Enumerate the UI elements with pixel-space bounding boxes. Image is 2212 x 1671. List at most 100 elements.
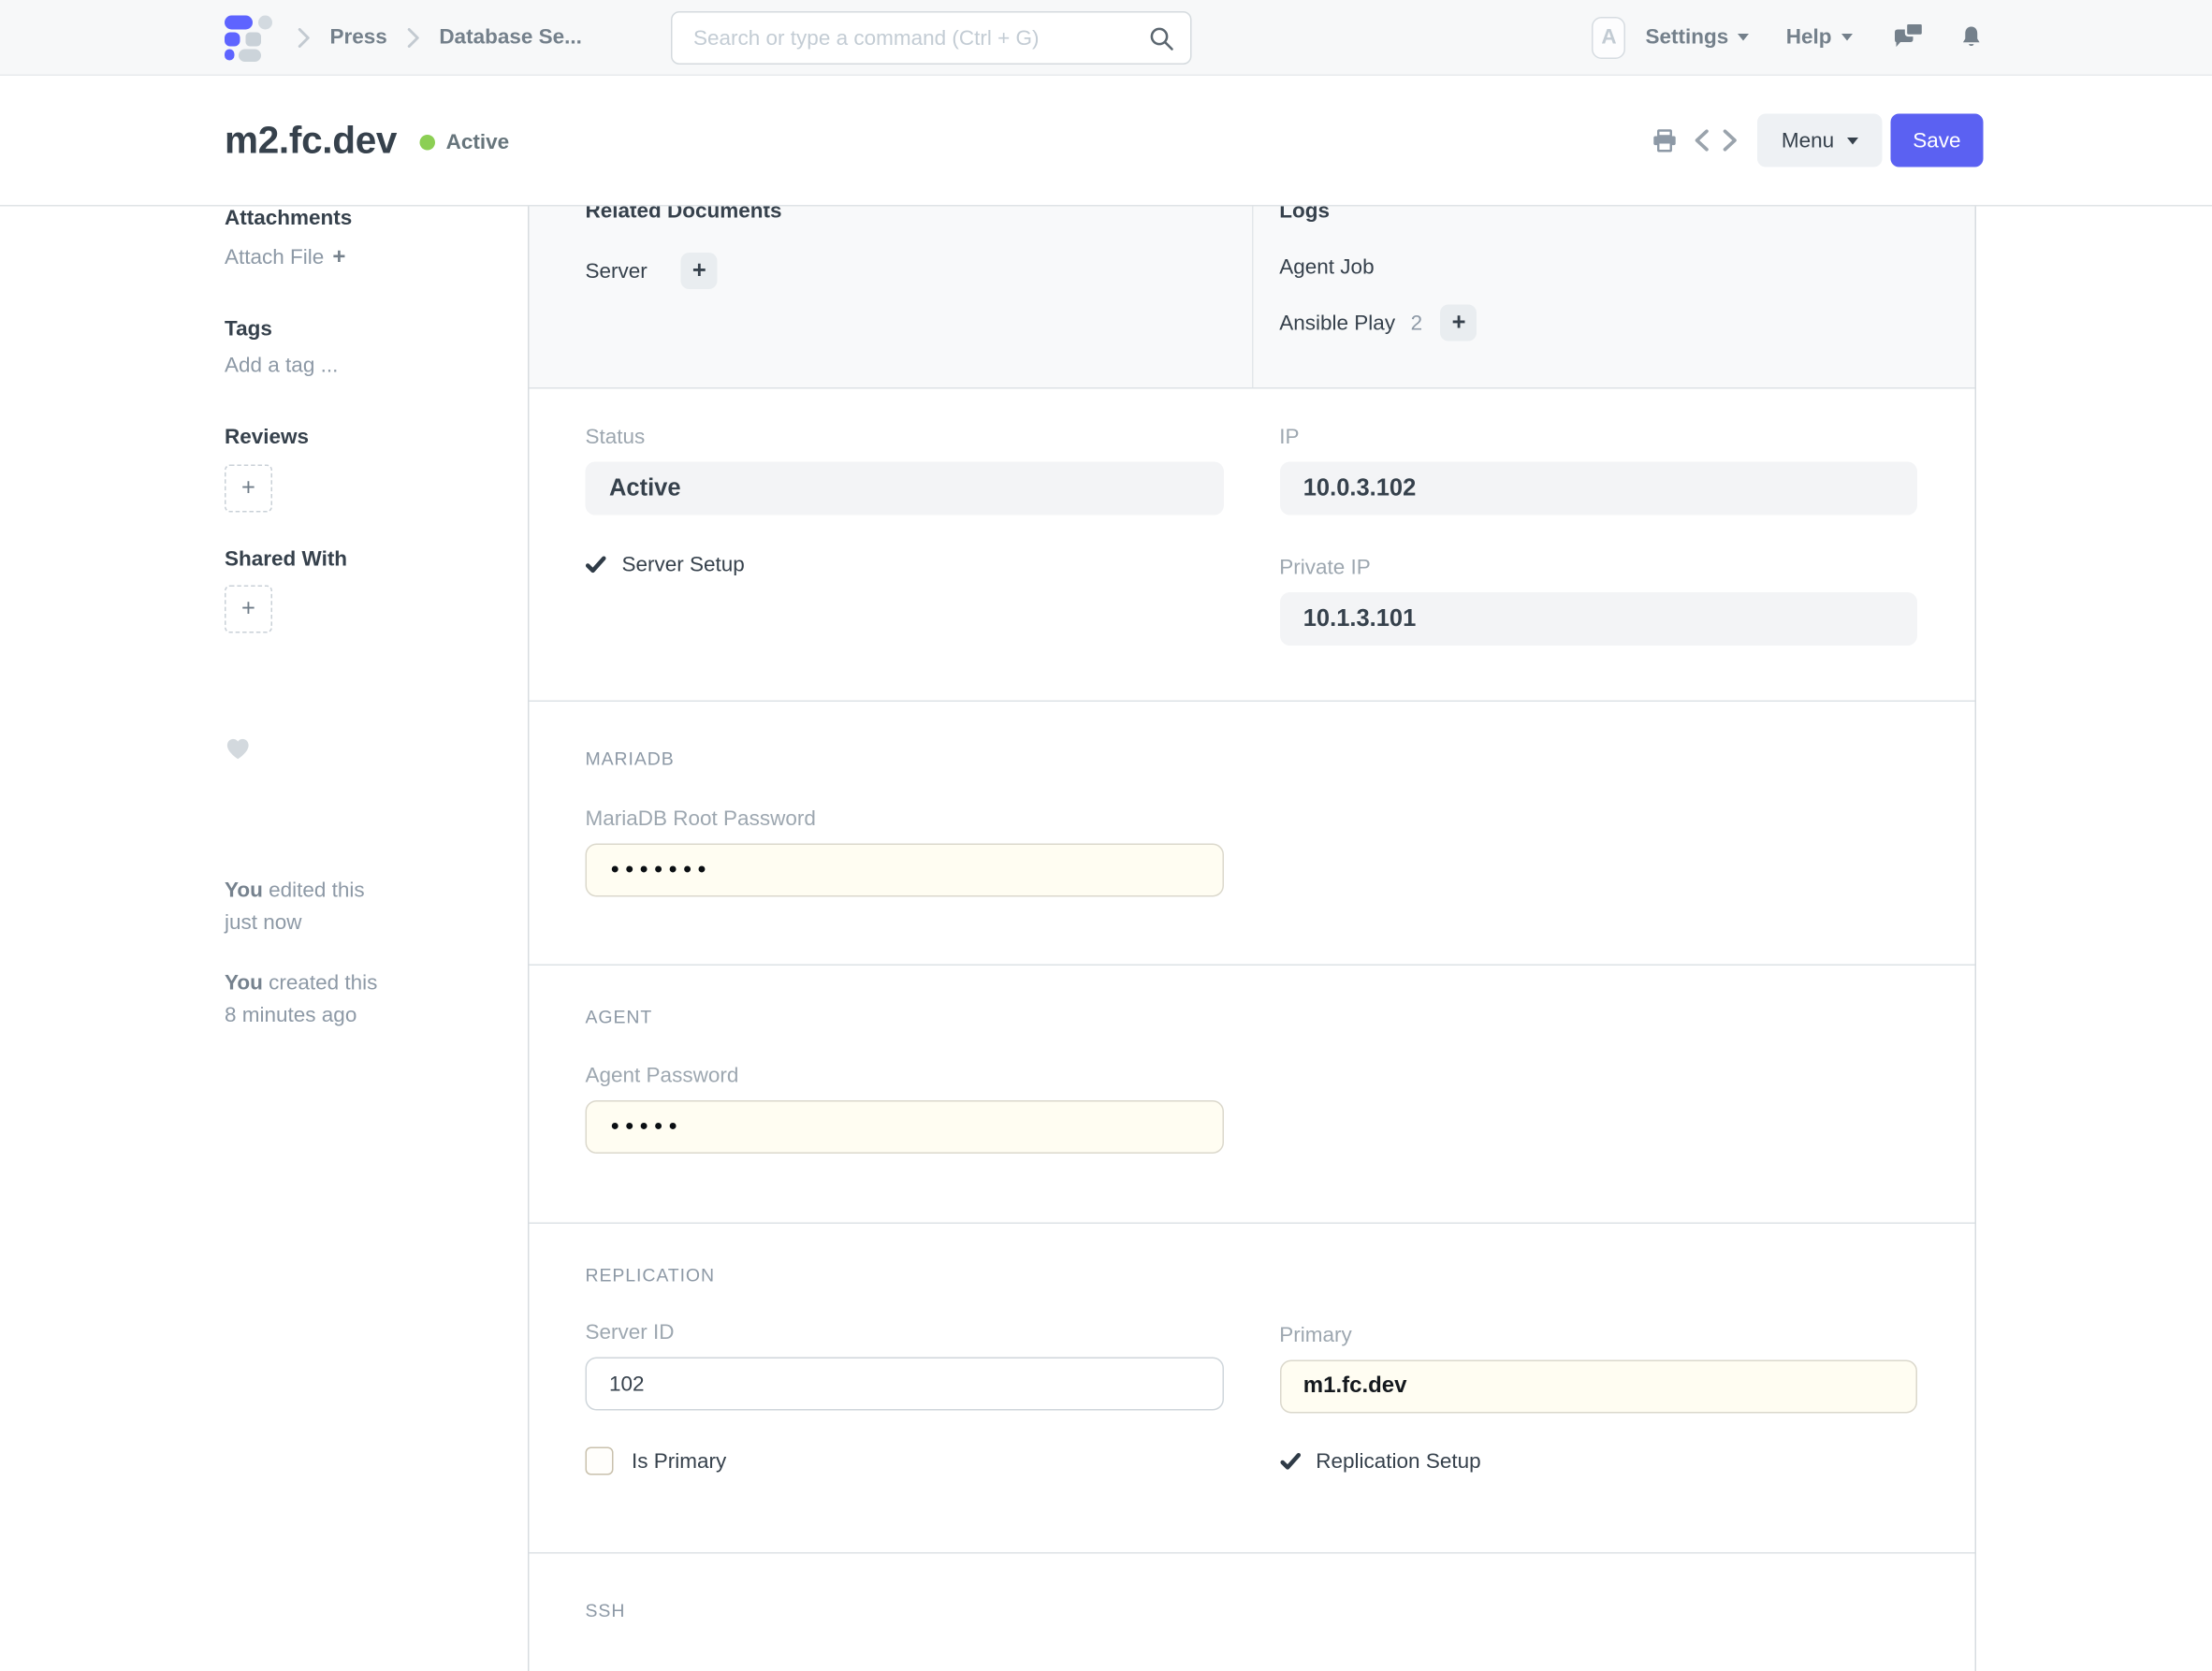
- save-button-label: Save: [1913, 128, 1960, 153]
- add-ansible-play-button[interactable]: +: [1441, 305, 1477, 341]
- prev-document-icon[interactable]: [1695, 129, 1710, 152]
- agent-password-label: Agent Password: [586, 1063, 1224, 1091]
- related-link-row: Server +: [586, 253, 1224, 289]
- server-id-label: Server ID: [586, 1319, 1224, 1347]
- plus-icon: +: [332, 246, 345, 270]
- form-card: Related Documents Server + Logs Agent Jo…: [528, 207, 1976, 1671]
- ssh-section: SSH: [530, 1554, 1975, 1671]
- chat-icon[interactable]: [1894, 24, 1925, 51]
- replication-setup-label: Replication Setup: [1316, 1450, 1480, 1475]
- menu-button[interactable]: Menu: [1757, 114, 1882, 167]
- status-field-label: Status: [586, 424, 1224, 452]
- add-server-button[interactable]: +: [681, 253, 718, 289]
- is-primary-label[interactable]: Is Primary: [632, 1449, 726, 1474]
- search-icon[interactable]: [1148, 25, 1175, 59]
- settings-label: Settings: [1645, 25, 1728, 50]
- chevron-right-icon: [407, 27, 420, 47]
- settings-menu[interactable]: Settings: [1645, 25, 1749, 50]
- breadcrumb-database-server[interactable]: Database Se...: [439, 25, 582, 50]
- plus-icon: +: [1452, 309, 1466, 337]
- avatar[interactable]: A: [1592, 16, 1625, 58]
- replication-section: REPLICATION Server ID Is Primary Primary: [530, 1224, 1975, 1554]
- page-header: m2.fc.dev Active Menu: [0, 76, 2212, 207]
- app-logo-icon[interactable]: [225, 13, 278, 61]
- next-document-icon[interactable]: [1723, 129, 1739, 152]
- mariadb-root-password-input[interactable]: [586, 844, 1224, 897]
- plus-icon: +: [241, 474, 255, 502]
- ssh-column: SSH: [586, 1554, 1224, 1624]
- search-input[interactable]: [671, 11, 1192, 65]
- add-tag-input[interactable]: Add a tag ...: [225, 354, 488, 378]
- tags-heading: Tags: [225, 317, 488, 341]
- add-share-button[interactable]: +: [225, 586, 272, 633]
- form-sidebar: Attachments Attach File+ Tags Add a tag …: [0, 207, 528, 1671]
- private-ip-field-label: Private IP: [1279, 555, 1917, 583]
- ip-field-label: IP: [1279, 424, 1917, 452]
- timeline-action: edited this: [269, 879, 365, 903]
- save-button[interactable]: Save: [1890, 114, 1983, 167]
- replication-setup-indicator: Replication Setup: [1279, 1450, 1917, 1475]
- ssh-section-heading: SSH: [586, 1599, 1224, 1624]
- timeline-who: You: [225, 879, 263, 903]
- is-primary-field: Is Primary: [586, 1447, 1224, 1475]
- shared-with-heading: Shared With: [225, 547, 488, 572]
- checkmark-icon: [1279, 1453, 1301, 1472]
- print-icon[interactable]: [1652, 128, 1678, 153]
- ip-column: IP 10.0.3.102 Private IP 10.1.3.101: [1279, 389, 1917, 647]
- status-column: Status Active Server Setup: [586, 389, 1224, 647]
- timeline-action: created this: [269, 971, 377, 995]
- chevron-down-icon: [1847, 137, 1858, 144]
- log-link-row: Agent Job: [1279, 253, 1917, 281]
- is-primary-checkbox[interactable]: [586, 1447, 614, 1475]
- server-id-input[interactable]: [586, 1358, 1224, 1411]
- server-setup-indicator: Server Setup: [586, 553, 1224, 577]
- help-menu[interactable]: Help: [1786, 25, 1853, 50]
- status-field-value[interactable]: Active: [586, 462, 1224, 516]
- breadcrumb-press[interactable]: Press: [330, 25, 387, 50]
- chevron-down-icon: [1739, 34, 1750, 41]
- header-actions: Menu Save: [1652, 114, 1984, 167]
- logs-heading: Logs: [1279, 207, 1917, 226]
- notifications-bell-icon[interactable]: [1959, 24, 1984, 50]
- status-indicator-label: Active: [446, 131, 510, 155]
- plus-icon: +: [692, 257, 706, 285]
- plus-icon: +: [241, 595, 255, 623]
- app: Press Database Se... A Settings Help: [0, 0, 2212, 1671]
- ip-field-value[interactable]: 10.0.3.102: [1279, 462, 1917, 516]
- agent-column: AGENT Agent Password: [586, 966, 1224, 1154]
- agent-section: AGENT Agent Password: [530, 966, 1975, 1224]
- agent-password-input[interactable]: [586, 1100, 1224, 1154]
- mariadb-root-password-label: MariaDB Root Password: [586, 806, 1224, 834]
- replication-right-column: Primary Replication Setup: [1279, 1224, 1917, 1475]
- agent-section-heading: AGENT: [586, 1005, 1224, 1030]
- dashboard-section: Related Documents Server + Logs Agent Jo…: [530, 207, 1975, 389]
- mariadb-section-heading: MARIADB: [586, 747, 1224, 772]
- checkmark-icon: [586, 556, 607, 574]
- private-ip-field-value[interactable]: 10.1.3.101: [1279, 592, 1917, 646]
- primary-label: Primary: [1279, 1322, 1917, 1350]
- reviews-heading: Reviews: [225, 426, 488, 450]
- status-indicator: Active: [419, 131, 509, 155]
- attachments-heading: Attachments: [225, 207, 488, 231]
- chevron-right-icon: [298, 27, 311, 47]
- server-link[interactable]: Server: [586, 259, 648, 283]
- mariadb-section: MARIADB MariaDB Root Password: [530, 702, 1975, 966]
- mariadb-column: MARIADB MariaDB Root Password: [586, 702, 1224, 897]
- menu-button-label: Menu: [1782, 128, 1834, 153]
- log-link-row: Ansible Play 2 +: [1279, 305, 1917, 341]
- ansible-play-count: 2: [1411, 311, 1423, 335]
- replication-left-column: REPLICATION Server ID Is Primary: [586, 1224, 1224, 1475]
- like-heart-icon[interactable]: [225, 737, 488, 768]
- attach-file-button[interactable]: Attach File+: [225, 246, 488, 271]
- ansible-play-link[interactable]: Ansible Play: [1279, 311, 1395, 335]
- timeline-created-entry: You created this 8 minutes ago: [225, 967, 488, 1032]
- related-documents-column: Related Documents Server +: [586, 207, 1224, 341]
- content: Attachments Attach File+ Tags Add a tag …: [0, 207, 2212, 1671]
- help-label: Help: [1786, 25, 1832, 50]
- add-review-button[interactable]: +: [225, 465, 272, 513]
- navbar-right: A Settings Help: [1592, 16, 1983, 58]
- primary-input[interactable]: [1279, 1360, 1917, 1414]
- logs-column: Logs Agent Job Ansible Play 2 +: [1279, 207, 1917, 341]
- page-title: m2.fc.dev: [225, 119, 397, 163]
- agent-job-link[interactable]: Agent Job: [1279, 254, 1374, 279]
